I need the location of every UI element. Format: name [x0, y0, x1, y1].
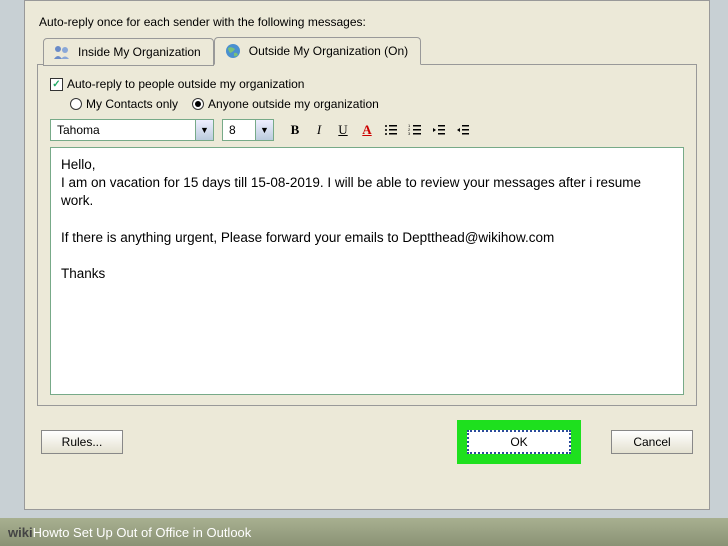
radio-label: My Contacts only [86, 97, 178, 111]
message-editor[interactable]: Hello, I am on vacation for 15 days till… [50, 147, 684, 395]
radio-anyone-outside[interactable]: Anyone outside my organization [192, 97, 379, 111]
checkbox-label: Auto-reply to people outside my organiza… [67, 77, 304, 91]
chevron-down-icon[interactable]: ▼ [255, 120, 273, 140]
tab-label: Outside My Organization (On) [249, 44, 408, 58]
tab-inside-org[interactable]: Inside My Organization [43, 38, 214, 66]
article-caption-bar: wikiHow to Set Up Out of Office in Outlo… [0, 518, 728, 546]
radio-checked-icon [192, 98, 204, 110]
org-people-icon [52, 43, 72, 61]
scope-radio-group: My Contacts only Anyone outside my organ… [70, 97, 684, 111]
editor-toolbar: Tahoma ▼ 8 ▼ B I U A 123 [50, 119, 684, 141]
caption-text: to Set Up Out of Office in Outlook [59, 525, 252, 540]
font-size-dropdown[interactable]: 8 ▼ [222, 119, 274, 141]
tab-panel-outside: ✓ Auto-reply to people outside my organi… [37, 64, 697, 406]
ok-highlight-box: OK [457, 420, 581, 464]
indent-icon[interactable] [452, 119, 474, 141]
radio-unchecked-icon [70, 98, 82, 110]
ok-button[interactable]: OK [467, 430, 571, 454]
auto-reply-dialog: Auto-reply once for each sender with the… [24, 0, 710, 510]
font-value: Tahoma [51, 123, 106, 137]
globe-icon [223, 42, 243, 60]
numbered-list-icon[interactable]: 123 [404, 119, 426, 141]
bullet-list-icon[interactable] [380, 119, 402, 141]
wikihow-logo: wikiHow [8, 525, 59, 540]
font-color-button[interactable]: A [356, 119, 378, 141]
tab-label: Inside My Organization [78, 45, 201, 59]
checkbox-checked-icon[interactable]: ✓ [50, 78, 63, 91]
svg-text:3: 3 [408, 131, 411, 136]
cancel-button[interactable]: Cancel [611, 430, 693, 454]
outdent-icon[interactable] [428, 119, 450, 141]
font-family-dropdown[interactable]: Tahoma ▼ [50, 119, 214, 141]
size-value: 8 [223, 123, 242, 137]
dialog-button-row: Rules... OK Cancel [37, 420, 697, 464]
radio-label: Anyone outside my organization [208, 97, 379, 111]
bold-button[interactable]: B [284, 119, 306, 141]
underline-button[interactable]: U [332, 119, 354, 141]
autoreply-checkbox-row[interactable]: ✓ Auto-reply to people outside my organi… [50, 77, 684, 91]
header-label: Auto-reply once for each sender with the… [39, 15, 697, 29]
radio-contacts-only[interactable]: My Contacts only [70, 97, 178, 111]
italic-button[interactable]: I [308, 119, 330, 141]
rules-button[interactable]: Rules... [41, 430, 123, 454]
chevron-down-icon[interactable]: ▼ [195, 120, 213, 140]
tab-strip: Inside My Organization Outside My Organi… [43, 37, 697, 65]
tab-outside-org[interactable]: Outside My Organization (On) [214, 37, 421, 65]
